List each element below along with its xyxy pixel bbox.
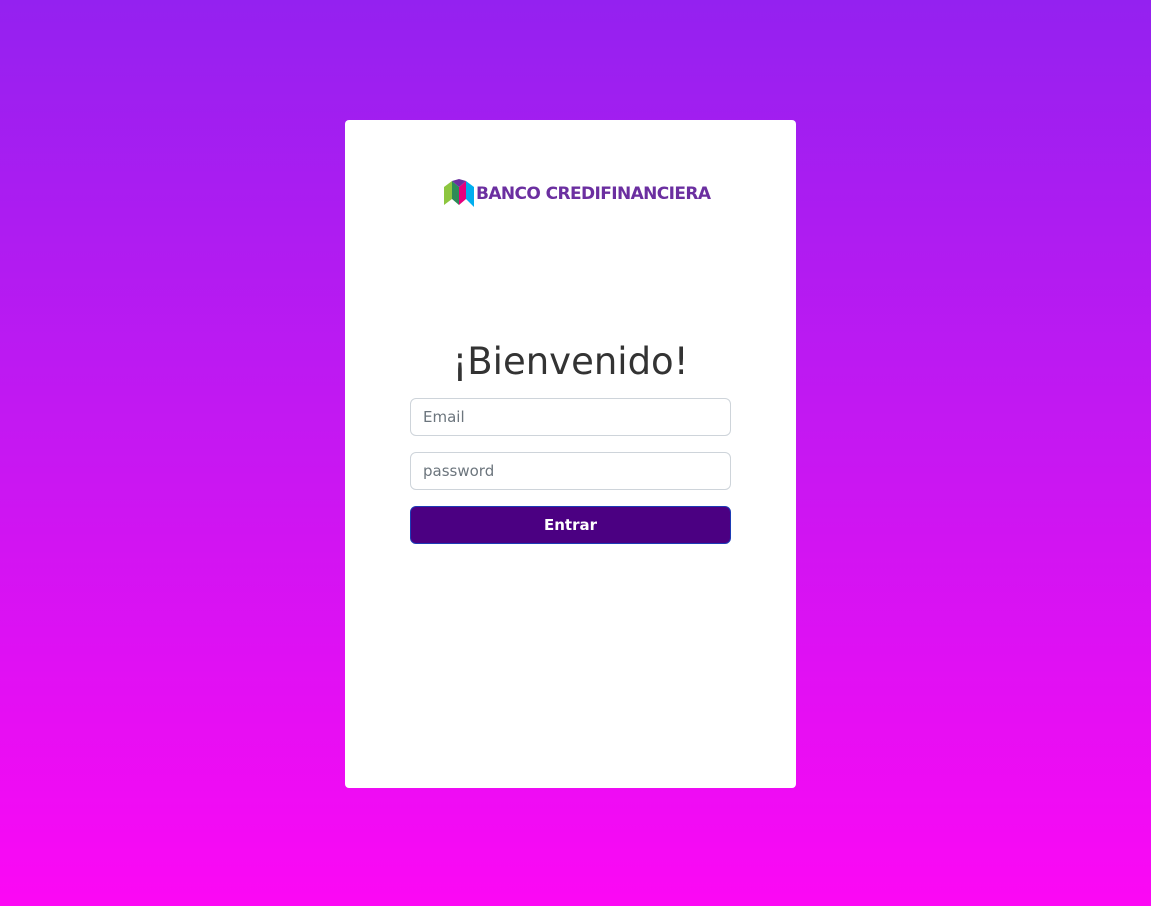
brand-logo: Banco Credifinanciera <box>444 178 711 210</box>
login-card: Banco Credifinanciera ¡Bienvenido! Entra… <box>345 120 796 788</box>
email-field[interactable] <box>410 398 731 436</box>
password-field[interactable] <box>410 452 731 490</box>
banco-credifinanciera-logo-icon <box>444 179 474 207</box>
brand-name: Banco Credifinanciera <box>476 183 711 204</box>
login-button[interactable]: Entrar <box>410 506 731 544</box>
page-title: ¡Bienvenido! <box>452 340 689 383</box>
